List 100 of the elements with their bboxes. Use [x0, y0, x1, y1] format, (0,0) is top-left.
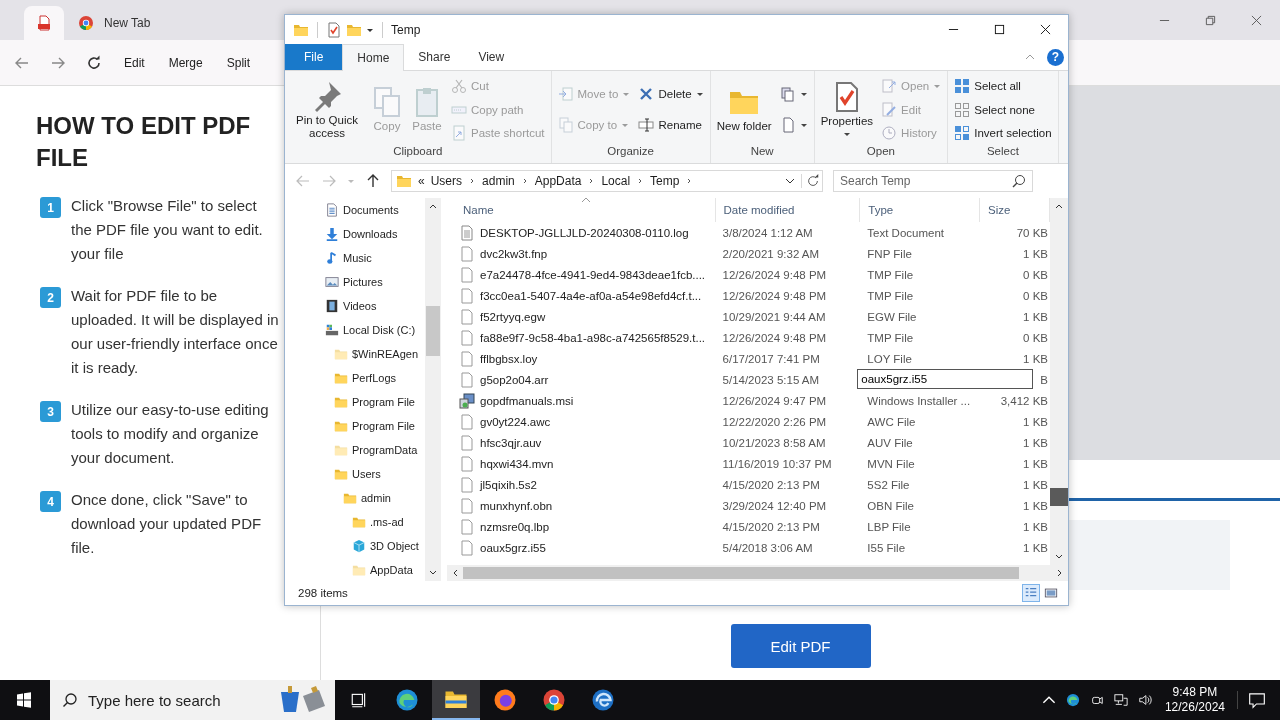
- scrollbar-thumb[interactable]: [426, 306, 440, 356]
- column-header[interactable]: Size: [980, 198, 1050, 222]
- nav-item[interactable]: .ms-ad: [285, 510, 425, 534]
- file-name[interactable]: munxhynf.obn: [447, 495, 716, 516]
- nav-item[interactable]: Music: [285, 246, 425, 270]
- caret-icon: [933, 82, 942, 91]
- rename-field[interactable]: oaux5grz.i55: [857, 369, 1034, 389]
- breadcrumb[interactable]: AppData: [534, 174, 582, 188]
- ribbon-button[interactable]: New folder: [713, 84, 775, 135]
- view-button[interactable]: [1022, 584, 1040, 602]
- breadcrumb[interactable]: admin: [482, 174, 515, 188]
- taskbar-app[interactable]: [432, 680, 480, 720]
- file-name[interactable]: DESKTOP-JGLLJLD-20240308-0110.log: [447, 222, 716, 243]
- refresh-icon[interactable]: [801, 174, 820, 188]
- step-text: Click "Browse File" to select the PDF file you want to edit. your file: [71, 196, 264, 264]
- ribbon-button[interactable]: Pin to Quick access: [288, 77, 366, 142]
- table-cell-text: 10/29/2021 9:44 AM: [721, 309, 827, 325]
- help-button[interactable]: ?: [1047, 48, 1064, 66]
- browser-icon: [78, 15, 94, 31]
- file-name[interactable]: e7a24478-4fce-4941-9ed4-9843deae1fcb....: [447, 264, 716, 285]
- nav-item[interactable]: admin: [285, 486, 425, 510]
- ribbon-tab[interactable]: Home: [342, 44, 405, 71]
- overflow-chevron[interactable]: «: [418, 174, 425, 188]
- table-cell-text: 5/14/2023 5:15 AM: [721, 372, 821, 388]
- reload-icon[interactable]: [86, 54, 102, 71]
- breadcrumb[interactable]: Temp: [650, 174, 680, 188]
- nav-item[interactable]: 3D Object: [285, 534, 425, 558]
- ribbon-button[interactable]: Select all: [951, 75, 1055, 98]
- address-bar[interactable]: « Users admin AppData Local Temp: [391, 170, 823, 192]
- breadcrumb[interactable]: Users: [430, 174, 463, 188]
- file-name[interactable]: hqxwi434.mvn: [447, 453, 716, 474]
- page-heading: HOW TO EDIT PDF FILE: [36, 111, 252, 173]
- open-icon: [881, 78, 898, 95]
- file-name[interactable]: hfsc3qjr.auv: [447, 432, 716, 453]
- maximize-icon[interactable]: [994, 24, 1005, 35]
- column-header[interactable]: Name: [447, 198, 716, 222]
- caret-icon: [622, 90, 631, 98]
- nav-item[interactable]: PerfLogs: [285, 366, 425, 390]
- scrollbar[interactable]: [1050, 198, 1068, 565]
- up-arrow-icon[interactable]: [365, 173, 381, 189]
- file-name[interactable]: jl5qixih.5s2: [447, 474, 716, 495]
- grid-icon: [954, 101, 971, 118]
- breadcrumb[interactable]: Local: [601, 174, 631, 188]
- group-label: Organize: [606, 145, 655, 159]
- new-item-icon: [779, 86, 796, 102]
- ribbon-button[interactable]: Rename: [635, 114, 707, 136]
- scrollbar[interactable]: [447, 565, 1068, 581]
- ribbon-tab[interactable]: Share: [404, 44, 465, 70]
- table-cell: AWC File: [867, 415, 916, 428]
- ribbon-tab[interactable]: File: [285, 44, 343, 70]
- file-icon: [459, 434, 475, 451]
- file-name[interactable]: nzmsre0q.lbp: [447, 516, 716, 537]
- file-name[interactable]: gv0yt224.awc: [447, 411, 716, 432]
- scrollbar-thumb[interactable]: [463, 567, 1019, 579]
- dropdown-icon[interactable]: [785, 176, 795, 186]
- checklist-icon[interactable]: [326, 21, 342, 38]
- restore-icon[interactable]: [1205, 14, 1216, 26]
- ribbon-button[interactable]: Invert selection: [951, 121, 1055, 144]
- file-name[interactable]: gopdfmanuals.msi: [447, 390, 716, 411]
- browser-tab[interactable]: [24, 6, 64, 40]
- taskbar-search-field[interactable]: Type here to search: [50, 680, 335, 720]
- ribbon-button[interactable]: Properties: [817, 79, 877, 140]
- nav-item[interactable]: ProgramData: [285, 438, 425, 462]
- nav-item[interactable]: AppData: [285, 558, 425, 582]
- scrollbar-thumb[interactable]: [1050, 488, 1068, 506]
- rename-icon: [638, 117, 655, 133]
- collapse-icon[interactable]: [1025, 52, 1035, 62]
- ribbon-button[interactable]: Delete: [635, 83, 707, 105]
- file-name[interactable]: fflbgbsx.loy: [447, 348, 716, 369]
- file-name[interactable]: fa88e9f7-9c58-4ba1-a98c-a742565f8529.t...: [447, 327, 716, 348]
- nav-link[interactable]: Split: [226, 55, 251, 70]
- table-cell: I55 File: [867, 541, 906, 554]
- nav-item[interactable]: Local Disk (C:): [285, 318, 425, 342]
- nav-item[interactable]: Videos: [285, 294, 425, 318]
- file-name[interactable]: f3cc0ea1-5407-4a4e-af0a-a54e98efd4cf.t...: [447, 285, 716, 306]
- edit-pdf-button[interactable]: Edit PDF: [730, 624, 871, 668]
- column-header[interactable]: Date modified: [715, 198, 861, 222]
- file-name[interactable]: f52rtyyq.egw: [447, 306, 716, 327]
- nav-item[interactable]: Program File: [285, 414, 425, 438]
- nav-item[interactable]: Downloads: [285, 222, 425, 246]
- close-icon[interactable]: [1040, 24, 1051, 35]
- file-name[interactable]: g5op2o04.arr: [447, 369, 716, 390]
- search-field[interactable]: Search Temp: [833, 170, 1033, 192]
- file-name[interactable]: dvc2kw3t.fnp: [447, 243, 716, 264]
- file-name[interactable]: oaux5grz.i55: [447, 537, 716, 558]
- nav-item[interactable]: Documents: [285, 198, 425, 222]
- ribbon-tab[interactable]: View: [464, 44, 519, 70]
- scissors-icon: [451, 78, 467, 95]
- file-icon: [459, 497, 475, 514]
- ribbon-button[interactable]: Select none: [951, 98, 1055, 121]
- nav-item[interactable]: Users: [285, 462, 425, 486]
- browser-icon: [591, 688, 615, 712]
- nav-item[interactable]: Program File: [285, 390, 425, 414]
- nav-item[interactable]: $WinREAgen: [285, 342, 425, 366]
- nav-item[interactable]: Pictures: [285, 270, 425, 294]
- nav-link[interactable]: Edit: [124, 55, 145, 70]
- column-header[interactable]: Type: [860, 198, 981, 222]
- nav-link[interactable]: Merge: [168, 55, 203, 70]
- scrollbar[interactable]: [425, 198, 441, 581]
- browser-tab[interactable]: New Tab: [64, 6, 165, 40]
